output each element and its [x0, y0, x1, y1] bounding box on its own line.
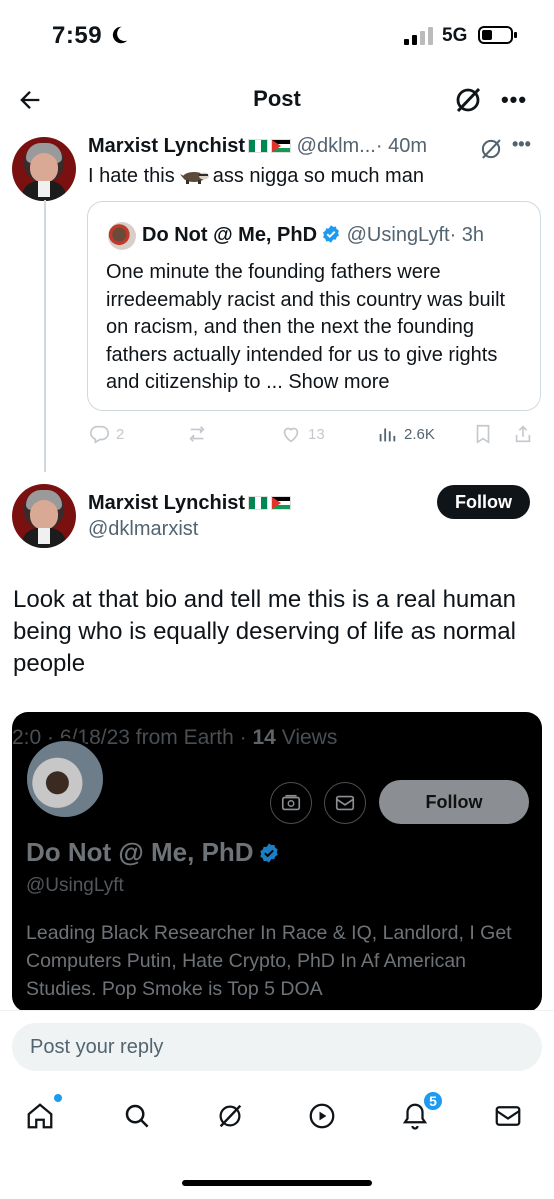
search-icon: [125, 1104, 149, 1128]
reply-count: 2: [116, 425, 125, 443]
reply-button[interactable]: 2: [88, 423, 124, 445]
embedded-bio: Leading Black Researcher In Race & IQ, L…: [26, 922, 512, 1000]
view-count: 2.6K: [404, 425, 435, 443]
quoted-tweet-header: Do Not @ Me, PhD @UsingLyft· 3h: [142, 224, 484, 247]
quoted-post-time: · 3h: [449, 224, 485, 246]
thread-line: [44, 200, 46, 472]
verified-badge-icon: [259, 843, 278, 863]
author-name[interactable]: Marxist Lynchist: [88, 135, 245, 157]
embedded-tip-icon: [270, 782, 312, 824]
signal-icon: [404, 27, 433, 45]
reply-tweet-header: Marxist Lynchist @dklm...· 40m: [88, 135, 427, 158]
nav-bar: Post •••: [0, 72, 554, 126]
grok-icon[interactable]: [478, 136, 504, 162]
grok-icon: [219, 1104, 242, 1128]
quoted-tweet-card[interactable]: Do Not @ Me, PhD @UsingLyft· 3h One minu…: [87, 201, 541, 411]
tweet-more-icon[interactable]: •••: [512, 134, 531, 155]
main-author-handle[interactable]: @dklmarxist: [88, 518, 198, 541]
embedded-name-text: Do Not @ Me, PhD: [26, 837, 254, 867]
network-label: 5G: [442, 25, 468, 46]
embedded-time: 2:0: [12, 726, 42, 749]
embedded-follow-button: Follow: [379, 780, 529, 824]
home-icon: [27, 1103, 53, 1129]
palestine-flag-icon: [271, 496, 292, 510]
video-icon: [309, 1103, 335, 1129]
embedded-avatar: [24, 738, 106, 820]
reply-tweet-text: I hate this ass nigga so much man: [88, 165, 424, 188]
tab-messages[interactable]: [490, 1098, 526, 1134]
palestine-flag-icon: [271, 139, 292, 153]
quoted-author-name: Do Not @ Me, PhD: [142, 224, 318, 246]
reply-input[interactable]: Post your reply: [12, 1023, 542, 1071]
badger-emoji: [179, 172, 209, 184]
nigeria-flag-icon: [248, 139, 269, 153]
bottom-tab-bar: 5: [0, 1090, 554, 1150]
avatar[interactable]: [12, 137, 76, 201]
notification-count-badge: 5: [422, 1090, 444, 1112]
bookmark-icon: [476, 424, 490, 444]
main-author-name-row: Marxist Lynchist: [88, 492, 292, 515]
bookmark-button[interactable]: [472, 423, 494, 445]
tab-grok[interactable]: [212, 1098, 248, 1134]
status-time: 7:59: [52, 22, 103, 49]
views-chart-icon: [379, 428, 396, 442]
grok-icon[interactable]: [452, 84, 484, 116]
embedded-message-icon: [324, 782, 366, 824]
embedded-views-count: 14: [252, 726, 276, 749]
embedded-views-label: Views: [281, 726, 338, 749]
main-author-name[interactable]: Marxist Lynchist: [88, 492, 245, 514]
share-icon: [515, 425, 531, 443]
repost-icon: [189, 426, 205, 442]
attached-image[interactable]: 2:0 · 6/18/23 from Earth · 14 Views Foll…: [12, 712, 542, 1012]
tab-video[interactable]: [304, 1098, 340, 1134]
tab-home[interactable]: [22, 1098, 58, 1134]
author-handle[interactable]: @dklm...: [297, 135, 376, 157]
more-icon: •••: [500, 87, 528, 112]
avatar: [108, 222, 136, 250]
home-unread-dot: [54, 1094, 62, 1102]
home-indicator: [182, 1180, 372, 1186]
reply-text-part: I hate this: [88, 165, 175, 187]
reply-icon: [90, 425, 109, 444]
repost-button[interactable]: [186, 423, 214, 445]
tab-search[interactable]: [119, 1098, 155, 1134]
moon-icon: [112, 26, 128, 44]
messages-icon: [495, 1106, 521, 1126]
post-time: · 40m: [375, 135, 427, 157]
share-button[interactable]: [512, 423, 534, 445]
main-tweet-text: Look at that bio and tell me this is a r…: [13, 586, 516, 677]
heart-icon: [283, 427, 299, 443]
follow-button[interactable]: Follow: [437, 485, 530, 519]
reply-text-part: ass nigga so much man: [212, 165, 424, 187]
more-button[interactable]: •••: [496, 84, 532, 116]
status-bar: 7:59 5G: [0, 0, 554, 70]
embedded-name: Do Not @ Me, PhD: [26, 837, 280, 868]
reply-composer: Post your reply: [0, 1010, 554, 1090]
quoted-author-handle: @UsingLyft: [346, 224, 450, 246]
quoted-tweet-text: One minute the founding fathers were irr…: [106, 259, 526, 397]
avatar[interactable]: [12, 484, 76, 548]
nigeria-flag-icon: [248, 496, 269, 510]
action-bar: 2 13: [88, 423, 540, 449]
verified-badge-icon: [323, 225, 339, 243]
views-button[interactable]: 2.6K: [376, 423, 435, 445]
like-button[interactable]: 13: [280, 423, 325, 445]
like-count: 13: [308, 425, 325, 443]
embedded-handle: @UsingLyft: [26, 875, 124, 896]
show-more-link[interactable]: Show more: [288, 371, 389, 393]
battery-icon: [478, 26, 517, 44]
